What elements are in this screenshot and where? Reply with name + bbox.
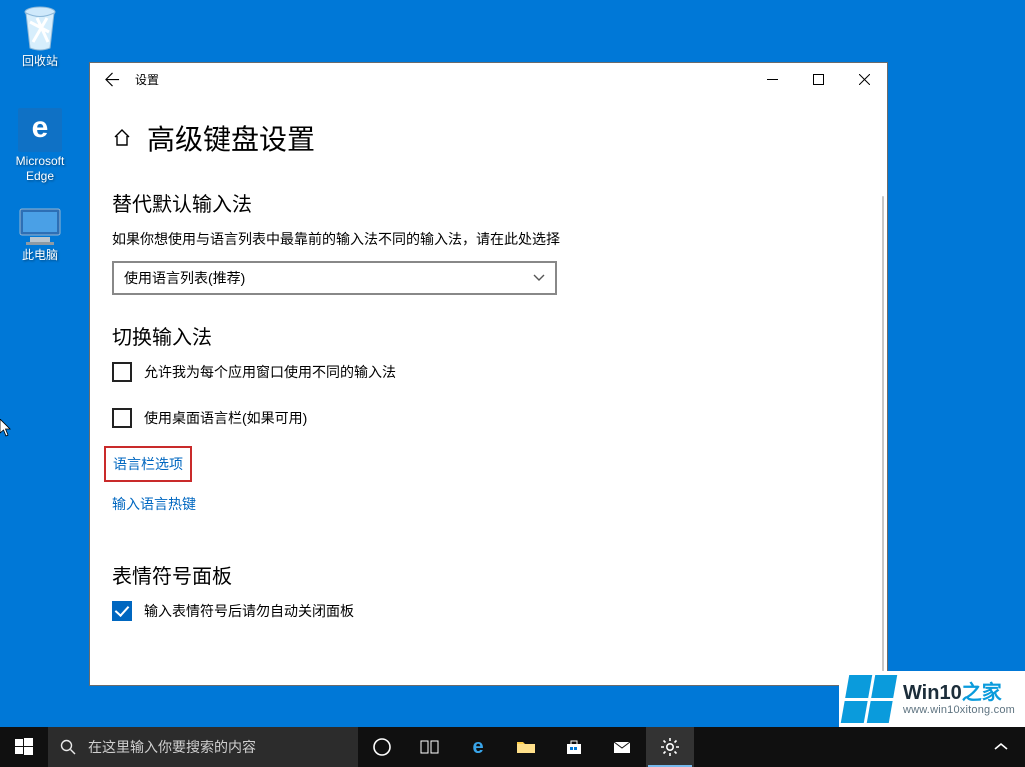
chevron-down-icon xyxy=(533,274,545,282)
task-view-icon xyxy=(419,736,441,758)
windows-start-icon xyxy=(15,738,33,756)
settings-content: 高级键盘设置 替代默认输入法 如果你想使用与语言列表中最靠前的输入法不同的输入法… xyxy=(90,96,887,685)
desktop-icon-edge[interactable]: e Microsoft Edge xyxy=(1,108,79,184)
gear-icon xyxy=(659,736,681,758)
page-title: 高级键盘设置 xyxy=(147,118,315,158)
section-emoji-panel: 表情符号面板 输入表情符号后请勿自动关闭面板 xyxy=(112,560,865,621)
edge-icon: e xyxy=(18,108,62,152)
windows-logo-icon xyxy=(841,675,897,723)
checkbox-label: 使用桌面语言栏(如果可用) xyxy=(144,408,307,428)
store-icon xyxy=(563,736,585,758)
desktop-icon-this-pc[interactable]: 此电脑 xyxy=(1,206,79,263)
edge-icon: e xyxy=(467,736,489,758)
search-placeholder: 在这里输入你要搜索的内容 xyxy=(88,737,256,757)
section-description: 如果你想使用与语言列表中最靠前的输入法不同的输入法，请在此处选择 xyxy=(112,229,865,249)
watermark-brand: Win10之家 xyxy=(903,682,1015,704)
section-heading: 表情符号面板 xyxy=(112,560,865,589)
settings-window: 设置 高级键盘设置 替代默认输入法 xyxy=(89,62,888,686)
checkbox-icon xyxy=(112,408,132,428)
combobox-value: 使用语言列表(推荐) xyxy=(124,268,245,288)
titlebar: 设置 xyxy=(90,63,887,96)
window-title: 设置 xyxy=(135,71,159,88)
checkbox-emoji-panel-noclose[interactable]: 输入表情符号后请勿自动关闭面板 xyxy=(112,601,865,621)
chevron-up-icon xyxy=(990,736,1012,758)
link-input-language-hotkeys[interactable]: 输入语言热键 xyxy=(112,494,196,514)
back-button[interactable] xyxy=(90,63,135,96)
watermark-url: www.win10xitong.com xyxy=(903,704,1015,716)
maximize-icon xyxy=(813,74,824,85)
taskbar-store[interactable] xyxy=(550,727,598,767)
search-icon xyxy=(60,739,76,755)
taskbar: 在这里输入你要搜索的内容 e xyxy=(0,727,1025,767)
recycle-bin-icon xyxy=(19,4,61,52)
taskbar-mail[interactable] xyxy=(598,727,646,767)
taskbar-search[interactable]: 在这里输入你要搜索的内容 xyxy=(48,727,358,767)
folder-icon xyxy=(515,736,537,758)
section-switch-ime: 切换输入法 允许我为每个应用窗口使用不同的输入法 使用桌面语言栏(如果可用) 语… xyxy=(112,321,865,534)
watermark: Win10之家 www.win10xitong.com xyxy=(839,671,1025,727)
desktop-icon-label: 此电脑 xyxy=(1,248,79,263)
home-icon[interactable] xyxy=(112,128,132,148)
desktop-icon-label: Microsoft Edge xyxy=(1,154,79,184)
checkbox-desktop-language-bar[interactable]: 使用桌面语言栏(如果可用) xyxy=(112,408,865,428)
desktop-icon-label: 回收站 xyxy=(1,54,79,69)
mail-icon xyxy=(611,736,633,758)
taskbar-file-explorer[interactable] xyxy=(502,727,550,767)
cortana-icon xyxy=(371,736,393,758)
checkbox-icon xyxy=(112,362,132,382)
desktop-icon-recycle-bin[interactable]: 回收站 xyxy=(1,4,79,69)
minimize-icon xyxy=(767,74,778,85)
close-button[interactable] xyxy=(841,63,887,96)
link-language-bar-options[interactable]: 语言栏选项 xyxy=(112,454,184,474)
start-button[interactable] xyxy=(0,727,48,767)
checkbox-per-app-ime[interactable]: 允许我为每个应用窗口使用不同的输入法 xyxy=(112,362,865,382)
pc-icon xyxy=(16,206,64,246)
close-icon xyxy=(859,74,870,85)
checkbox-icon xyxy=(112,601,132,621)
tray-overflow[interactable] xyxy=(977,736,1025,758)
cursor-icon xyxy=(0,419,12,437)
default-ime-combobox[interactable]: 使用语言列表(推荐) xyxy=(112,261,557,295)
desktop: 回收站 e Microsoft Edge 此电脑 设置 xyxy=(0,0,1025,767)
arrow-left-icon xyxy=(105,72,120,87)
scrollbar[interactable] xyxy=(882,196,884,685)
checkbox-label: 允许我为每个应用窗口使用不同的输入法 xyxy=(144,362,396,382)
taskbar-task-view[interactable] xyxy=(406,727,454,767)
maximize-button[interactable] xyxy=(795,63,841,96)
taskbar-edge[interactable]: e xyxy=(454,727,502,767)
checkbox-label: 输入表情符号后请勿自动关闭面板 xyxy=(144,601,354,621)
section-override-default-ime: 替代默认输入法 如果你想使用与语言列表中最靠前的输入法不同的输入法，请在此处选择… xyxy=(112,188,865,295)
section-heading: 替代默认输入法 xyxy=(112,188,865,217)
taskbar-cortana[interactable] xyxy=(358,727,406,767)
taskbar-settings[interactable] xyxy=(646,727,694,767)
minimize-button[interactable] xyxy=(749,63,795,96)
section-heading: 切换输入法 xyxy=(112,321,865,350)
